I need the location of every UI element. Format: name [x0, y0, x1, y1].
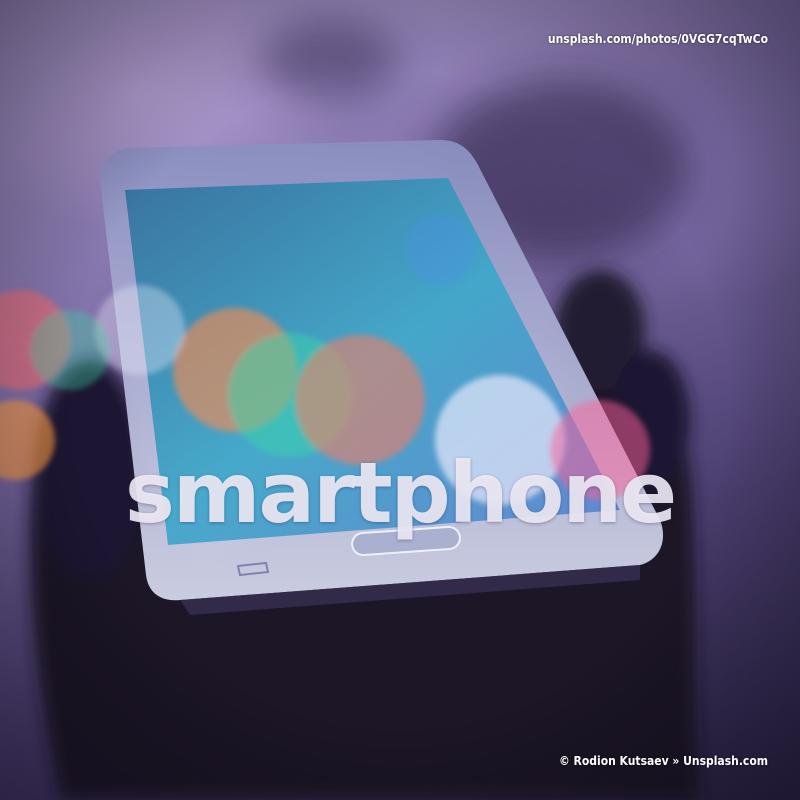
smartphone-photo: [0, 0, 800, 800]
vignette: [0, 0, 800, 800]
photo-card: unsplash.com/photos/0VGG7cqTwCo smartpho…: [0, 0, 800, 800]
headline: smartphone: [124, 444, 677, 542]
source-url: unsplash.com/photos/0VGG7cqTwCo: [547, 32, 768, 46]
photo-credit: © Rodion Kutsaev » Unsplash.com: [558, 754, 768, 768]
